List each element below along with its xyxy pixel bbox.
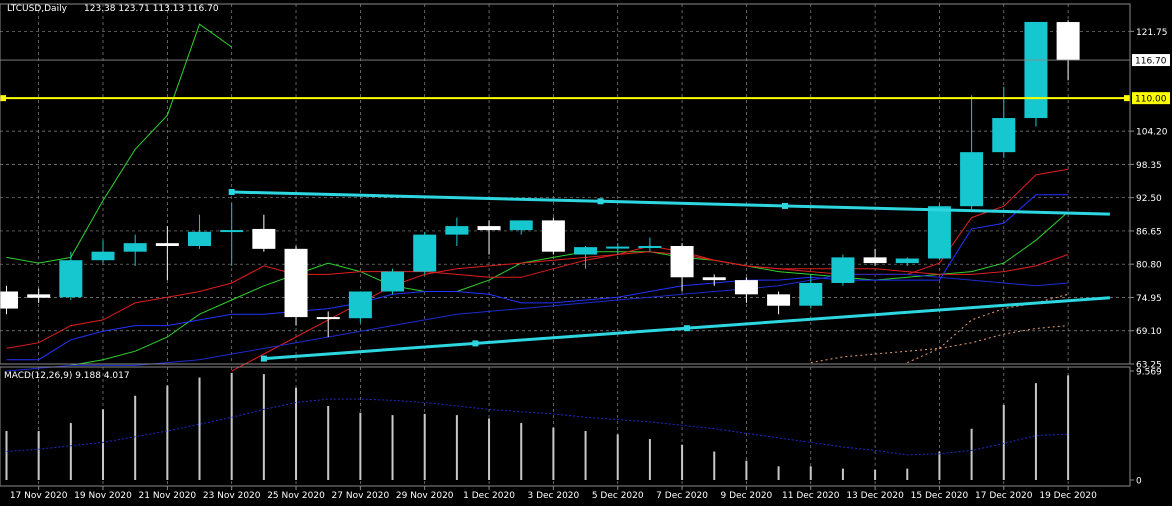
x-tick-label: 17 Nov 2020	[10, 491, 68, 501]
candle-body	[799, 282, 823, 306]
x-tick-label: 23 Nov 2020	[203, 491, 261, 501]
candle-body	[702, 277, 726, 281]
y-tick-label: 86.65	[1136, 227, 1162, 237]
x-tick-label: 15 Dec 2020	[911, 491, 969, 501]
candle-body	[606, 246, 630, 249]
candle-body	[188, 231, 212, 246]
price-tag-label: 116.70	[1135, 57, 1167, 67]
macd-y-tick-label: 9.569	[1136, 368, 1162, 378]
x-tick-label: 25 Nov 2020	[267, 491, 325, 501]
candle-body	[348, 291, 372, 319]
candle-body	[831, 257, 855, 283]
candle-body	[574, 247, 598, 255]
macd-y-tick-label: 0	[1136, 477, 1142, 487]
candle-body	[284, 248, 308, 318]
candle-body	[477, 226, 501, 231]
y-tick-label: 74.95	[1136, 294, 1162, 304]
candle-body	[59, 260, 83, 298]
y-tick-label: 92.50	[1136, 194, 1162, 204]
x-tick-label: 13 Dec 2020	[846, 491, 904, 501]
candle-body	[541, 220, 565, 252]
y-tick-label: 121.75	[1136, 28, 1168, 38]
candle-body	[381, 271, 405, 292]
x-tick-label: 3 Dec 2020	[527, 491, 579, 501]
candle-body	[734, 280, 758, 295]
y-tick-label: 98.35	[1136, 161, 1162, 171]
candle-body	[895, 258, 919, 264]
candle-body	[927, 206, 951, 259]
x-tick-label: 5 Dec 2020	[592, 491, 644, 501]
level-tag-label: 110.00	[1135, 95, 1167, 105]
candle-body	[0, 291, 18, 309]
candle-body	[155, 243, 179, 246]
x-tick-label: 17 Dec 2020	[975, 491, 1033, 501]
trendline-handle[interactable]	[472, 340, 479, 347]
y-tick-label: 69.10	[1136, 327, 1162, 337]
candle-body	[445, 226, 469, 235]
trendline-handle[interactable]	[260, 355, 267, 362]
candle-body	[220, 230, 244, 233]
trendline-handle[interactable]	[683, 325, 690, 332]
x-tick-label: 27 Nov 2020	[332, 491, 390, 501]
candle-body	[1024, 21, 1048, 119]
candle-body	[123, 243, 147, 252]
x-tick-label: 11 Dec 2020	[782, 491, 840, 501]
candle-body	[27, 294, 51, 298]
x-tick-label: 19 Nov 2020	[74, 491, 132, 501]
horizontal-line-handle[interactable]	[1124, 95, 1130, 102]
candle-body	[638, 246, 662, 248]
chart-canvas[interactable]: 121.75 104.20 98.35 92.50 86.65 80.80 74.95 69.…	[0, 0, 1172, 506]
x-tick-label: 19 Dec 2020	[1039, 491, 1097, 501]
candle-body	[767, 294, 791, 306]
candle-body	[509, 220, 533, 231]
x-tick-label: 9 Dec 2020	[721, 491, 773, 501]
candle-body	[863, 257, 887, 264]
candle-body	[252, 228, 276, 249]
x-tick-label: 1 Dec 2020	[463, 491, 515, 501]
trendline-handle[interactable]	[597, 198, 604, 205]
chart-ohlc: 123.38 123.71 113.13 116.70	[84, 4, 219, 14]
y-tick-label: 104.20	[1136, 128, 1168, 138]
candle-body	[1056, 22, 1080, 61]
x-tick-label: 29 Nov 2020	[396, 491, 454, 501]
candle-body	[960, 152, 984, 207]
x-tick-label: 21 Nov 2020	[139, 491, 197, 501]
candle-body	[91, 251, 115, 261]
trendline-handle[interactable]	[228, 188, 235, 195]
trendline-handle[interactable]	[781, 202, 788, 209]
candle-body	[413, 234, 437, 272]
candle-body	[670, 246, 694, 278]
x-tick-label: 7 Dec 2020	[656, 491, 708, 501]
y-tick-label: 80.80	[1136, 261, 1162, 271]
candle-body	[316, 317, 340, 320]
horizontal-line-handle[interactable]	[0, 95, 6, 102]
candle-body	[992, 118, 1016, 153]
chart-symbol: LTCUSD,Daily	[7, 4, 68, 14]
macd-title: MACD(12,26,9) 9.188 4.017	[4, 371, 130, 381]
